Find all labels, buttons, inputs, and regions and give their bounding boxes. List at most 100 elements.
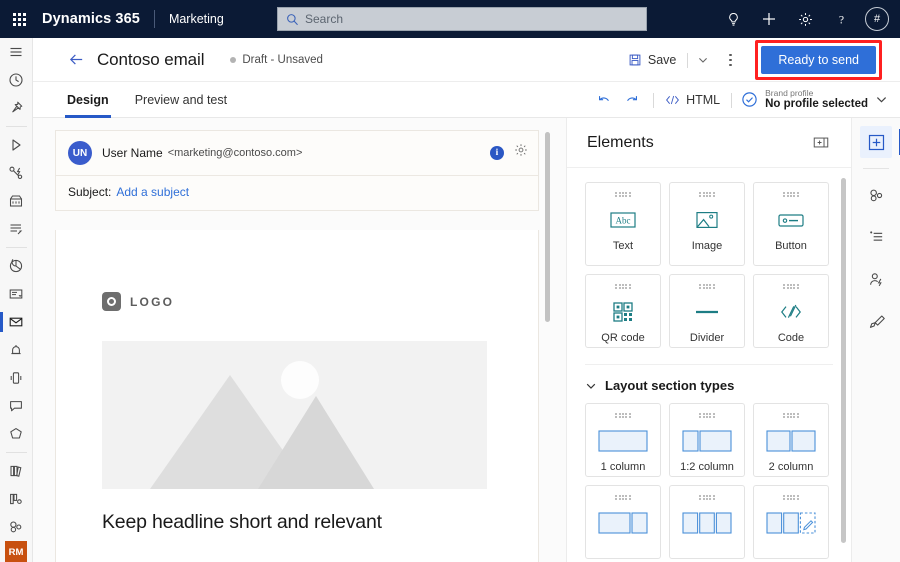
page-title: Contoso email [97, 49, 205, 69]
expand-panel-icon[interactable] [813, 136, 829, 154]
sender-address: <marketing@contoso.com> [167, 147, 303, 159]
layout-tiles-grid-row2 [585, 485, 833, 559]
brand-profile-selector[interactable]: Brand profile No profile selected [739, 88, 890, 112]
search-box[interactable] [277, 7, 647, 31]
layout-tile-2-1-column[interactable] [585, 485, 661, 559]
top-nav-actions: ? # [716, 0, 894, 38]
sidebar-item-journeys[interactable] [0, 131, 33, 159]
layout-tile-1-column[interactable]: 1 column [585, 403, 661, 477]
element-tile-qr-code[interactable]: QR code [585, 274, 661, 348]
sidebar-item-push-notifications[interactable] [0, 336, 33, 364]
email-subject-row[interactable]: Subject: Add a subject [56, 176, 538, 210]
ready-to-send-highlight: Ready to send [755, 40, 882, 80]
layout-section-header[interactable]: Layout section types [585, 364, 833, 393]
elements-panel-header: Elements [567, 118, 851, 168]
save-dropdown-chevron-down-icon[interactable] [695, 52, 711, 68]
elements-panel-scrollbar[interactable] [841, 178, 846, 543]
command-bar: Contoso email Draft - Unsaved Save Ready… [33, 38, 900, 82]
tab-separator [653, 92, 655, 108]
drag-grip-icon[interactable] [783, 192, 799, 198]
sidebar-item-assets[interactable] [0, 485, 33, 513]
drag-grip-icon[interactable] [615, 495, 631, 501]
sidebar-item-pages[interactable] [0, 280, 33, 308]
element-tile-text[interactable]: Abc Text [585, 182, 661, 266]
content-list-icon[interactable] [860, 221, 892, 253]
avatar[interactable]: # [865, 7, 889, 31]
sender-settings-gear-icon[interactable] [514, 143, 528, 162]
layout-1-2-column-icon [682, 428, 732, 454]
drag-grip-icon[interactable] [699, 192, 715, 198]
styles-brush-icon[interactable] [860, 305, 892, 337]
drag-grip-icon[interactable] [615, 413, 631, 419]
sidebar-item-recent[interactable] [0, 66, 33, 94]
layout-tile-3-column[interactable] [669, 485, 745, 559]
layout-tile-2-column[interactable]: 2 column [753, 403, 829, 477]
search-input[interactable] [305, 12, 638, 26]
sidebar-item-forms[interactable] [0, 215, 33, 243]
back-arrow-icon[interactable] [61, 45, 91, 75]
button-icon [778, 207, 804, 233]
sidebar-item-segments[interactable] [0, 513, 33, 541]
drag-grip-icon[interactable] [615, 192, 631, 198]
plus-icon[interactable] [752, 2, 786, 36]
segments-icon[interactable] [860, 179, 892, 211]
ready-to-send-button[interactable]: Ready to send [761, 46, 876, 74]
lightbulb-icon[interactable] [716, 2, 750, 36]
email-body-preview[interactable]: LOGO Keep headline short and relevant [55, 230, 539, 562]
drag-grip-icon[interactable] [699, 495, 715, 501]
redo-icon[interactable] [618, 86, 646, 114]
drag-grip-icon[interactable] [783, 284, 799, 290]
layout-tile-1-2-column[interactable]: 1:2 column [669, 403, 745, 477]
sidebar-item-custom-channels[interactable] [0, 420, 33, 448]
add-subject-link[interactable]: Add a subject [116, 185, 189, 199]
tab-separator [731, 92, 733, 108]
app-name[interactable]: Marketing [169, 12, 224, 26]
tab-design[interactable]: Design [65, 82, 111, 118]
editor-tab-actions: HTML Brand profile No profile selected [590, 82, 890, 118]
element-tile-button[interactable]: Button [753, 182, 829, 266]
sidebar-item-mobile[interactable] [0, 364, 33, 392]
element-tile-code[interactable]: Code [753, 274, 829, 348]
drag-grip-icon[interactable] [699, 413, 715, 419]
personalization-icon[interactable] [860, 263, 892, 295]
drag-grip-icon[interactable] [699, 284, 715, 290]
brand-profile-text: Brand profile No profile selected [765, 88, 868, 112]
html-button[interactable]: HTML [661, 93, 724, 107]
email-logo-block[interactable]: LOGO [56, 230, 538, 311]
rail-user-badge[interactable]: RM [5, 541, 27, 562]
drag-grip-icon[interactable] [615, 284, 631, 290]
sidebar-item-pinned[interactable] [0, 94, 33, 122]
sidebar-item-library[interactable] [0, 457, 33, 485]
more-commands-button[interactable] [717, 47, 743, 73]
qr-code-icon [613, 299, 633, 325]
drag-grip-icon[interactable] [783, 413, 799, 419]
sidebar-item-triggers[interactable] [0, 159, 33, 187]
layout-tile-custom-column[interactable] [753, 485, 829, 559]
sidebar-item-events[interactable] [0, 187, 33, 215]
layout-2-column-icon [766, 428, 816, 454]
email-hero-image-placeholder[interactable] [102, 341, 487, 489]
drag-grip-icon[interactable] [783, 495, 799, 501]
app-launcher-icon[interactable] [0, 0, 38, 38]
layout-tile-label: 2 column [768, 461, 814, 474]
chevron-down-icon [876, 97, 887, 103]
email-headline[interactable]: Keep headline short and relevant [102, 511, 538, 534]
help-icon[interactable]: ? [824, 2, 858, 36]
save-button[interactable]: Save [624, 53, 681, 67]
element-tile-image[interactable]: Image [669, 182, 745, 266]
sidebar-item-analytics[interactable] [0, 252, 33, 280]
brand-title[interactable]: Dynamics 365 [38, 11, 140, 27]
save-label: Save [647, 53, 677, 67]
undo-icon[interactable] [590, 86, 618, 114]
gear-icon[interactable] [788, 2, 822, 36]
tab-preview-and-test[interactable]: Preview and test [133, 82, 229, 118]
info-icon[interactable]: i [490, 145, 504, 160]
rail-divider [5, 452, 27, 453]
sidebar-item-emails[interactable] [0, 308, 33, 336]
canvas-scrollbar[interactable] [545, 132, 550, 322]
sidebar-item-site-map[interactable] [0, 38, 33, 66]
brand-separator [153, 10, 155, 28]
element-tile-divider[interactable]: Divider [669, 274, 745, 348]
add-element-icon[interactable] [860, 126, 900, 158]
sidebar-item-text-messages[interactable] [0, 392, 33, 420]
